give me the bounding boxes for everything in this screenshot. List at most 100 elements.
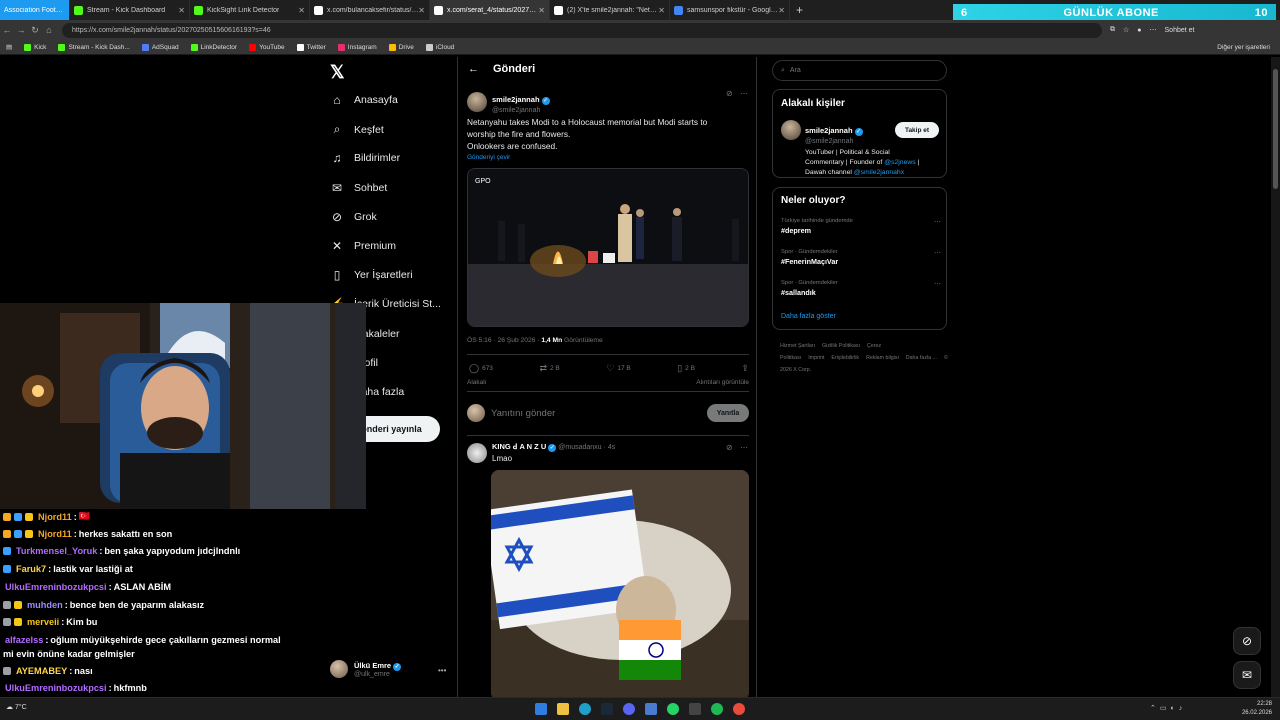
browser-tab[interactable]: x.com/bulancaksefir/status/2026...✕ — [310, 0, 430, 20]
author-avatar[interactable] — [467, 91, 487, 112]
browser-tab[interactable]: (2) X'te smile2jannah: "Netan... ✕ — [550, 0, 670, 20]
new-tab-button[interactable]: + — [796, 3, 803, 17]
scrollbar[interactable] — [1271, 57, 1280, 697]
nav-item-4[interactable]: ⊘ Grok — [330, 210, 377, 224]
account-switcher[interactable]: Ülkü Emre ✓ @ulk_emre — [330, 660, 402, 678]
grok-explain-icon[interactable]: ⊘ — [726, 89, 733, 98]
start-icon[interactable] — [535, 703, 547, 715]
chat-username[interactable]: Turkmensel_Yoruk — [16, 546, 97, 556]
post-more-icon[interactable]: ⋯ — [740, 89, 748, 98]
bio-mention-link[interactable]: @smile2jannahx — [854, 169, 904, 176]
back-arrow-icon[interactable]: ← — [468, 63, 479, 75]
bookmark-item[interactable]: iCloud — [425, 43, 454, 51]
weather-widget[interactable]: ☁ 7°C — [6, 703, 27, 711]
show-more-link[interactable]: Daha fazla göster — [781, 313, 836, 320]
clock[interactable]: 22:28 26.02.2026 — [1242, 700, 1272, 718]
browser-tab[interactable]: x.com/serat_4/status/202702169...✕ — [430, 0, 550, 20]
chat-username[interactable]: merveii — [27, 617, 59, 627]
author-name[interactable]: smile2jannah — [492, 95, 540, 104]
translate-link[interactable]: Gönderiyi çevir — [467, 152, 749, 164]
close-tab-icon[interactable]: ✕ — [418, 6, 425, 15]
trend-more-icon[interactable]: ⋯ — [934, 280, 941, 288]
related-name[interactable]: smile2jannah — [805, 126, 853, 135]
reply-author-handle[interactable]: @musadanxu — [558, 444, 601, 451]
forward-icon[interactable]: → — [14, 25, 28, 35]
close-tab-icon[interactable]: ✕ — [658, 6, 665, 15]
steam-icon[interactable] — [601, 703, 613, 715]
chat-username[interactable]: muhden — [27, 600, 63, 610]
share-action[interactable]: ⇪ — [741, 363, 749, 374]
more-options-icon[interactable]: ••• — [438, 666, 446, 675]
app-icon[interactable] — [645, 703, 657, 715]
browser-tab[interactable]: Association Football — [0, 0, 70, 20]
chat-username[interactable]: Faruk7 — [16, 564, 46, 574]
chat-username[interactable]: Njord11 — [38, 529, 72, 539]
close-tab-icon[interactable]: ✕ — [538, 6, 545, 15]
chat-username[interactable]: UlkuEmreninbozukpcsi — [5, 683, 107, 693]
nav-item-2[interactable]: ♫ Bildirimler — [330, 151, 401, 165]
trend-item[interactable]: Spor · Gündemdekiler #FenerinMaçıVar ⋯ — [781, 249, 941, 266]
bookmark-item[interactable]: Twitter — [296, 43, 326, 51]
reply-action[interactable]: ◯ 673 — [469, 363, 493, 374]
like-action[interactable]: ♡ 17 B — [606, 363, 630, 374]
nav-item-6[interactable]: ▯ Yer İşaretleri — [330, 268, 413, 282]
trend-more-icon[interactable]: ⋯ — [934, 218, 941, 226]
post-more-icon[interactable]: ⋯ — [740, 443, 748, 452]
footer-link[interactable]: Daha fazla ... — [906, 355, 937, 361]
browser-tab[interactable]: KickSight Link Detector ✕ — [190, 0, 310, 20]
back-icon[interactable]: ← — [0, 25, 14, 35]
other-bookmarks-folder[interactable]: Diğer yer işaretleri — [1217, 44, 1270, 51]
nav-item-3[interactable]: ✉ Sohbet — [330, 181, 387, 195]
profile-avatar-icon[interactable]: ● — [1137, 27, 1141, 34]
chat-username[interactable]: alfazelss — [5, 635, 43, 645]
close-tab-icon[interactable]: ✕ — [778, 6, 785, 15]
reply-button[interactable]: Yanıtla — [707, 404, 749, 422]
chat-username[interactable]: AYEMABEY — [16, 666, 67, 676]
post-timestamp[interactable]: ÖS 5:16 · 26 Şub 2026 · — [467, 337, 540, 344]
related-handle[interactable]: @smile2jannah — [805, 138, 945, 145]
url-input[interactable]: https://x.com/smile2jannah/status/202702… — [62, 22, 1102, 38]
edge-icon[interactable] — [579, 703, 591, 715]
bookmark-item[interactable]: Stream - Kick Dash... — [58, 43, 130, 51]
related-avatar[interactable] — [781, 120, 801, 140]
trend-more-icon[interactable]: ⋯ — [934, 249, 941, 257]
extensions-icon[interactable]: ⧉ — [1110, 26, 1115, 34]
search-input[interactable]: ⌕ Ara — [772, 60, 947, 81]
bookmark-item[interactable]: LinkDetector — [190, 43, 237, 51]
repost-action[interactable]: ⇄ 2 B — [539, 363, 559, 374]
trend-item[interactable]: Türkiye tarihinde gündemde #deprem ⋯ — [781, 218, 941, 235]
bio-mention-link[interactable]: @s2jnews — [884, 159, 915, 166]
bookmark-item[interactable]: YouTube — [249, 43, 285, 51]
reply-author-name[interactable]: KING ꓒ A N Z U — [492, 442, 546, 451]
footer-link[interactable]: Reklam bilgisi — [866, 355, 899, 361]
reply-image[interactable] — [491, 470, 749, 700]
relevant-sort-dropdown[interactable]: Alakalı — [467, 379, 487, 386]
browser-tab[interactable]: samsunspor fikstür - Google'da A...✕ — [670, 0, 790, 20]
nav-item-1[interactable]: ⌕ Keşfet — [330, 122, 384, 137]
chrome-icon[interactable] — [733, 703, 745, 715]
whatsapp-icon[interactable] — [667, 703, 679, 715]
nav-item-5[interactable]: ✕ Premium — [330, 239, 396, 253]
scrollbar-thumb[interactable] — [1273, 69, 1278, 189]
chat-username[interactable]: UlkuEmreninbozukpcsi — [5, 582, 107, 592]
post-image[interactable]: GPO — [467, 168, 749, 327]
bookmark-item[interactable]: Instagram — [337, 43, 377, 51]
footer-link[interactable]: Imprint — [808, 355, 824, 361]
reply-input[interactable]: Yanıtını gönder — [491, 408, 701, 419]
reload-icon[interactable]: ↻ — [28, 25, 42, 36]
system-tray-icons[interactable]: ⌃▭◐♪ — [1150, 704, 1186, 712]
bookmark-item[interactable]: AdSquad — [141, 43, 179, 51]
discord-icon[interactable] — [623, 703, 635, 715]
bookmarks-menu-icon[interactable]: ▤ — [6, 43, 12, 51]
menu-icon[interactable]: ⋯ — [1150, 26, 1157, 34]
close-tab-icon[interactable]: ✕ — [298, 6, 305, 15]
bookmark-item[interactable]: Kick — [24, 43, 46, 51]
trend-item[interactable]: Spor · Gündemdekiler #sallandık ⋯ — [781, 280, 941, 297]
grok-floating-icon[interactable]: ⊘ — [1233, 627, 1261, 655]
file-explorer-icon[interactable] — [557, 703, 569, 715]
home-button-icon[interactable]: ⌂ — [42, 25, 56, 35]
author-handle[interactable]: @smile2jannah — [492, 107, 550, 114]
nav-item-0[interactable]: ⌂ Anasayfa — [330, 93, 397, 107]
messages-floating-icon[interactable]: ✉ — [1233, 661, 1261, 689]
footer-link[interactable]: Gizlilik Politikası — [822, 343, 860, 349]
